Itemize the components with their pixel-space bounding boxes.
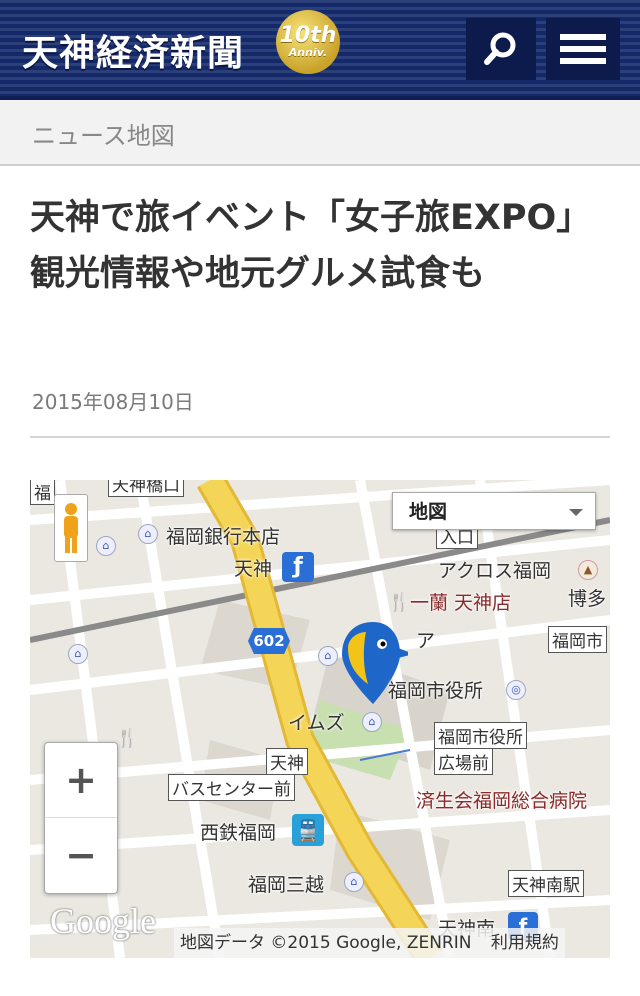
bank-icon: ⌂ [138,524,158,544]
site-logo[interactable]: 天神経済新聞 [22,24,244,76]
search-icon [484,32,516,65]
map-type-select[interactable]: 地図 [392,492,596,530]
map-label-fuku-box: 福 [30,480,55,505]
map-label-bank: 福岡銀行本店 [166,526,281,548]
map-attribution: 地図データ ©2015 Google, ZENRIN 利用規約 [174,928,565,958]
map-label-cityhall-stop-1: 福岡市役所 [434,722,527,749]
map-label-bus-center-2: バスセンター前 [168,774,295,801]
map-label-nishitetsu: 西鉄福岡 [200,822,277,844]
subway-icon: ƒ [282,552,314,582]
divider [30,436,610,438]
shop-icon-3: ⌂ [344,872,364,892]
landmark-icon: ▲ [578,560,598,580]
article-date: 2015年08月10日 [32,390,194,414]
bank-icon-3: ⌂ [68,644,88,664]
map-label-bus-center-1: 天神 [266,748,308,775]
map-label-ichiran: 一蘭 天神店 [410,592,512,614]
shop-icon: ⌂ [318,646,338,666]
pegman-icon [64,503,78,553]
map-type-label: 地図 [409,501,448,523]
bank-icon-2: ⌂ [96,536,116,556]
restaurant-icon-2: 🍴 [116,728,139,749]
map-label-tenjin: 天神 [234,558,273,580]
map-label-hospital: 済生会福岡総合病院 [416,790,588,812]
hamburger-menu-icon [560,28,606,70]
breadcrumb[interactable]: ニュース地図 [32,116,175,151]
map-view[interactable]: 天神橋口 福 入口 ⌂ 福岡銀行本店 ⌂ ⌂ 天神 ƒ アクロス福岡 ▲ 博多 … [30,480,610,958]
map-label-a: ア [416,630,436,652]
map-label-mitsukoshi: 福岡三越 [248,874,325,896]
badge-sub: Anniv. [288,46,328,59]
article-title: 天神で旅イベント「女子旅EXPO」 観光情報や地元グルメ試食も [30,198,609,294]
site-header: 天神経済新聞 10th Anniv. [0,0,640,100]
restaurant-icon: 🍴 [388,592,411,613]
train-station-icon: 🚆 [292,814,324,846]
map-label-cityhall-stop-2: 広場前 [434,748,493,775]
search-button[interactable] [466,18,536,80]
breadcrumb-bar: ニュース地図 [0,100,640,166]
map-label-fukuokashi: 福岡市 [548,626,607,653]
menu-button[interactable] [546,18,620,80]
google-logo[interactable]: Google [50,900,156,942]
map-label-acros: アクロス福岡 [438,560,552,582]
zoom-out-button[interactable]: − [45,818,117,892]
map-label-hakata: 博多 [568,588,607,610]
street-view-pegman[interactable] [54,494,88,562]
zoom-in-button[interactable]: + [45,743,117,818]
attribution-text: 地図データ ©2015 Google, ZENRIN [180,933,472,953]
anniversary-badge: 10th Anniv. [276,10,340,74]
shop-icon-2: ⌂ [362,712,382,732]
map-label-city-hall: 福岡市役所 [388,680,484,702]
chevron-down-icon [569,509,583,516]
map-label-imz: イムズ [288,712,345,734]
zoom-control: + − [44,742,118,894]
map-label-tenjin-minami-station: 天神南駅 [508,870,584,897]
route-602-icon: 602 [248,628,290,654]
map-label-tenjin-kita: 天神橋口 [108,480,184,497]
terms-link[interactable]: 利用規約 [491,933,559,953]
badge-number: 10th [279,23,337,48]
city-hall-icon: ◎ [506,680,526,700]
